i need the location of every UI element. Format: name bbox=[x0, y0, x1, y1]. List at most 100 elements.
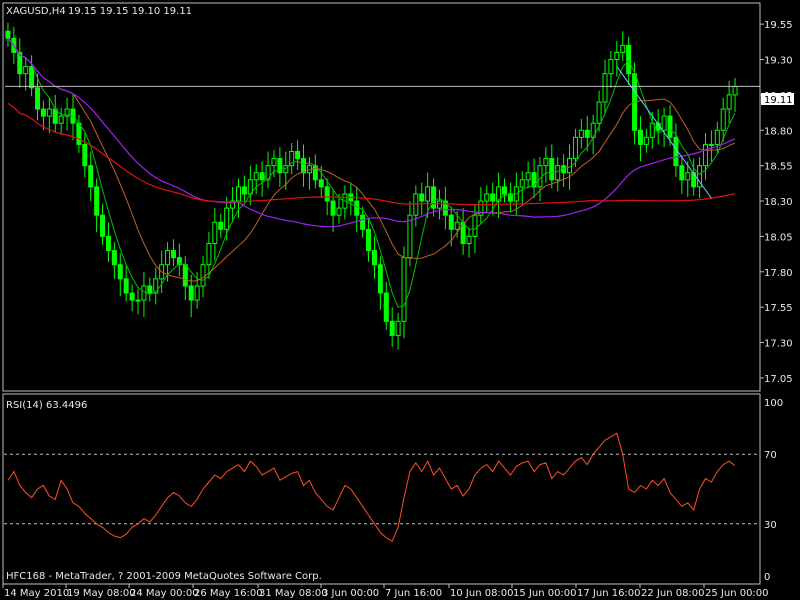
candle-body bbox=[413, 193, 419, 216]
candle-body bbox=[200, 264, 206, 287]
candle-body bbox=[165, 250, 171, 266]
candle-body bbox=[182, 264, 188, 287]
candle-body bbox=[720, 108, 726, 131]
candle-body bbox=[135, 299, 141, 302]
time-tick-label: 24 May 00:00 bbox=[130, 588, 199, 599]
candle-body bbox=[578, 129, 584, 138]
rsi-tick-label: 70 bbox=[764, 450, 777, 461]
candle-body bbox=[685, 172, 691, 181]
candle-body bbox=[395, 320, 401, 336]
price-tick-label: 19.30 bbox=[764, 56, 793, 67]
candle-body bbox=[123, 278, 129, 294]
candle-body bbox=[147, 285, 153, 294]
candle-body bbox=[407, 214, 413, 259]
candle-body bbox=[117, 264, 123, 280]
candle-body bbox=[549, 158, 555, 181]
price-tick-label: 18.80 bbox=[764, 126, 793, 137]
rsi-tick-label: 0 bbox=[764, 572, 770, 583]
candle-body bbox=[35, 87, 41, 110]
time-tick-label: 17 Jun 16:00 bbox=[577, 588, 641, 599]
candle-body bbox=[206, 242, 212, 266]
candle-body bbox=[726, 94, 732, 110]
candle-body bbox=[212, 221, 218, 244]
candle-body bbox=[366, 228, 372, 252]
candle-body bbox=[82, 143, 88, 167]
main-panel-frame bbox=[2, 2, 761, 392]
candle-body bbox=[301, 158, 307, 174]
time-tick-label: 26 May 16:00 bbox=[194, 588, 263, 599]
candle-body bbox=[218, 221, 224, 230]
candle-body bbox=[555, 165, 561, 181]
candle-body bbox=[129, 292, 135, 301]
candle-body bbox=[460, 221, 466, 244]
candle-body bbox=[141, 285, 147, 301]
time-tick-label: 19 May 08:00 bbox=[67, 588, 136, 599]
candle-body bbox=[46, 108, 52, 117]
price-tick-label: 19.55 bbox=[764, 20, 793, 31]
rsi-tick-label: 100 bbox=[764, 398, 783, 409]
candle-body bbox=[52, 108, 58, 124]
candle-body bbox=[241, 186, 247, 195]
candle-body bbox=[667, 115, 673, 138]
symbol-label: XAGUSD,H4 bbox=[6, 6, 66, 17]
candle-body bbox=[466, 235, 472, 244]
candle-body bbox=[502, 186, 508, 195]
candle-body bbox=[679, 165, 685, 181]
candle-body bbox=[608, 59, 614, 75]
time-tick-label: 3 Jun 00:00 bbox=[322, 588, 379, 599]
candle-body bbox=[401, 257, 407, 322]
candle-body bbox=[472, 214, 478, 237]
candle-body bbox=[436, 200, 442, 209]
candle-body bbox=[194, 285, 200, 301]
candle-body bbox=[543, 158, 549, 167]
candle-body bbox=[389, 320, 395, 336]
candle-body bbox=[519, 179, 525, 188]
main-price-panel[interactable] bbox=[2, 2, 761, 392]
candle-body bbox=[637, 129, 643, 145]
candle-body bbox=[188, 285, 194, 301]
time-tick-label: 22 Jun 08:00 bbox=[641, 588, 705, 599]
candle-body bbox=[702, 143, 708, 167]
candle-body bbox=[360, 214, 366, 230]
candle-body bbox=[111, 250, 117, 266]
candle-body bbox=[29, 66, 35, 89]
candle-body bbox=[425, 186, 431, 202]
price-tick-label: 17.30 bbox=[764, 339, 793, 350]
time-tick-label: 31 May 08:00 bbox=[259, 588, 328, 599]
candle-body bbox=[490, 193, 496, 202]
rsi-tick-label: 30 bbox=[764, 520, 777, 531]
candle-body bbox=[626, 44, 632, 75]
price-tick-label: 17.55 bbox=[764, 303, 793, 314]
price-tick-label: 17.80 bbox=[764, 268, 793, 279]
candle-body bbox=[708, 143, 714, 146]
candle-body bbox=[620, 44, 626, 53]
time-tick-label: 14 May 2010 bbox=[4, 588, 69, 599]
price-tick-label: 18.30 bbox=[764, 197, 793, 208]
price-tick-label: 18.05 bbox=[764, 232, 793, 243]
ohlc-label: 19.15 19.15 19.10 19.11 bbox=[68, 6, 192, 17]
candle-body bbox=[377, 264, 383, 294]
candle-body bbox=[5, 30, 11, 39]
candle-body bbox=[484, 193, 490, 202]
candle-body bbox=[324, 186, 330, 202]
candle-body bbox=[354, 200, 360, 216]
candle-body bbox=[170, 250, 176, 259]
candle-body bbox=[23, 66, 29, 75]
candle-body bbox=[224, 207, 230, 230]
candle-body bbox=[643, 136, 649, 145]
candle-body bbox=[94, 186, 100, 216]
time-tick-label: 25 Jun 00:00 bbox=[705, 588, 769, 599]
candle-body bbox=[525, 172, 531, 181]
candle-body bbox=[318, 179, 324, 188]
price-tick-label: 17.05 bbox=[764, 374, 793, 385]
candle-body bbox=[259, 172, 265, 181]
current-price-text: 19.11 bbox=[764, 95, 793, 106]
candle-body bbox=[40, 108, 46, 117]
chart-canvas[interactable]: 10070300 19.5519.3019.0518.8018.5518.301… bbox=[0, 0, 800, 600]
candle-body bbox=[419, 193, 425, 202]
candle-body bbox=[383, 292, 389, 322]
time-tick-label: 7 Jun 16:00 bbox=[385, 588, 442, 599]
candle-body bbox=[732, 85, 738, 96]
current-price-tag: 19.11 bbox=[761, 93, 794, 106]
candle-body bbox=[105, 235, 111, 252]
